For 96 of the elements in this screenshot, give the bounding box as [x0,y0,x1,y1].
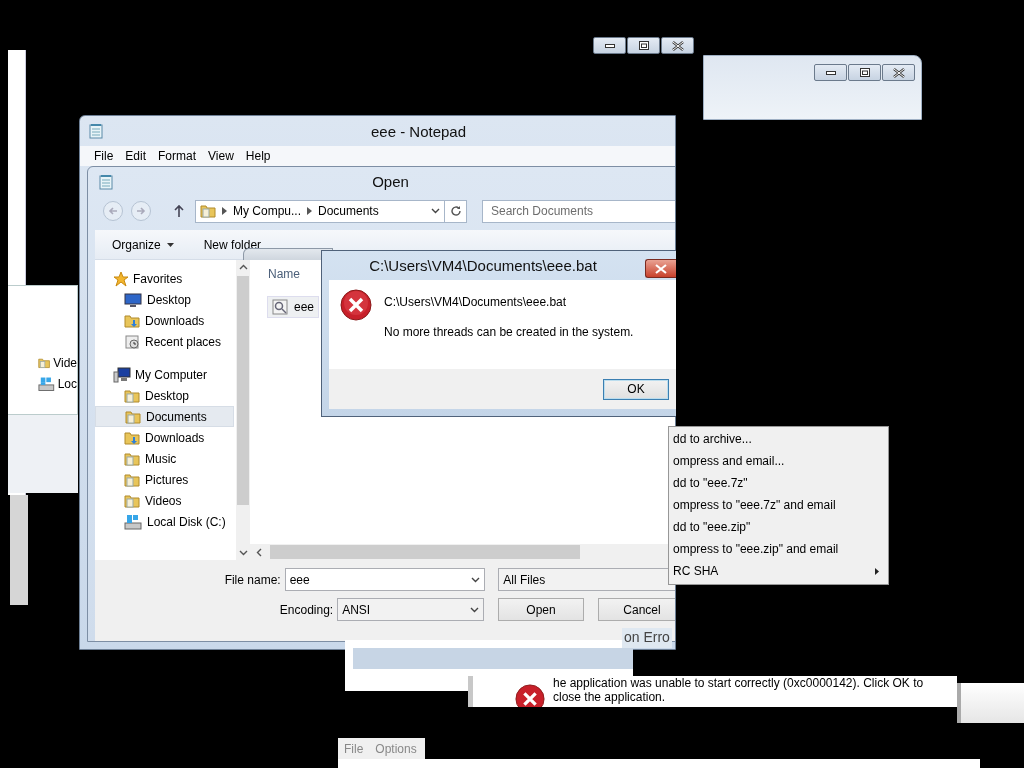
file-name-field[interactable]: eee [284,568,486,591]
minimize-button[interactable] [593,37,626,54]
scrollbar[interactable] [236,260,250,560]
nav-item[interactable]: Local Disk (C:) [95,511,234,532]
close-button[interactable] [882,64,915,81]
folder-icon [125,408,141,425]
menu-item[interactable]: dd to "eee.zip" [669,516,888,538]
error-message: No more threads can be created in the system. [384,325,634,339]
folder-icon [124,471,140,488]
sidebar-item[interactable]: Loc [57,376,77,391]
chevron-right-icon [222,207,227,215]
menu-item[interactable]: ompress to "eee.7z" and email [669,494,888,516]
refresh-icon [449,205,462,217]
close-icon [655,263,667,274]
breadcrumb-item[interactable]: My Compu... [233,204,301,218]
folder-icon [124,429,140,446]
close-icon [892,67,905,78]
window-title: on Erro [622,628,672,648]
notepad-icon [88,123,104,139]
file-entry[interactable]: eee [267,296,319,318]
error-message: he application was unable to start correctly (0xc0000142). Click OK to [553,676,924,690]
folder-icon [124,387,140,404]
minimize-icon [825,69,836,76]
address-bar[interactable]: My Compu... Documents [195,199,445,223]
recent-places-icon [124,333,140,350]
submenu-arrow-icon [875,567,879,575]
maximize-icon [859,68,870,77]
scroll-left-icon [256,547,262,557]
column-header[interactable]: Name [268,266,300,288]
computer-icon [113,366,131,383]
nav-item[interactable]: Documents [95,406,234,427]
chevron-down-icon [470,606,479,613]
minimize-icon [604,42,615,49]
minimize-button[interactable] [814,64,847,81]
error-icon [340,289,372,321]
notepad-icon [98,173,114,190]
menu-item[interactable]: dd to archive... [669,428,888,450]
nav-item[interactable]: Downloads [95,310,234,331]
search-field[interactable]: Search Documents [482,199,675,223]
scroll-down-icon [238,550,248,556]
error-path: C:\Users\VM4\Documents\eee.bat [384,295,568,309]
dialog-title: C:\Users\VM4\Documents\eee.bat [368,257,598,274]
nav-item[interactable]: Recent places [95,331,234,352]
field-label: Encoding: [278,602,335,617]
field-label: File name: [223,572,282,587]
nav-item[interactable]: Pictures [95,469,234,490]
window-frame [957,683,1024,723]
file-type-dropdown[interactable]: All Files [498,568,675,591]
close-button[interactable] [661,37,694,54]
dialog-button[interactable]: Open [498,598,584,621]
sidebar-item[interactable]: Vide [53,355,77,370]
organize-menu[interactable]: Organize [112,237,174,252]
window-title: eee - Notepad [369,122,468,140]
maximize-button[interactable] [848,64,881,81]
folder-icon [124,312,140,329]
menu-item[interactable]: View [202,149,240,163]
breadcrumb-item[interactable]: Documents [318,204,379,218]
nav-item[interactable]: Desktop [95,289,234,310]
back-arrow-icon [108,206,118,216]
up-arrow-icon[interactable] [173,204,185,218]
monitor-icon [124,291,142,308]
dialog-button[interactable]: Cancel [598,598,675,621]
folder-icon [200,203,216,219]
chevron-right-icon [307,207,312,215]
dialog-title: Open [371,173,410,190]
nav-item[interactable]: Favorites [95,268,236,289]
nav-item[interactable]: Videos [95,490,234,511]
menu-item[interactable]: Edit [119,149,153,163]
error-message: close the application. [553,690,667,704]
chevron-down-icon [471,576,481,583]
nav-item[interactable]: Desktop [95,385,234,406]
nav-item[interactable]: Downloads [95,427,234,448]
ok-button[interactable]: OK [603,378,669,400]
dropdown-arrow-icon [166,242,174,247]
scroll-up-icon [238,264,248,270]
folder-icon [124,492,140,509]
close-icon [671,40,684,51]
star-icon [113,270,129,287]
nav-item[interactable]: Music [95,448,234,469]
menu-item[interactable]: Format [152,149,203,163]
drive-icon [124,513,142,530]
menu-item[interactable]: ompress and email... [669,450,888,472]
encoding-dropdown[interactable]: ANSI [337,598,484,621]
forward-arrow-icon [136,206,146,216]
maximize-button[interactable] [627,37,660,54]
refresh-button[interactable] [445,199,467,223]
folder-icon [124,450,140,467]
menu-item[interactable]: ompress to "eee.zip" and email [669,538,888,560]
close-button[interactable] [645,259,676,278]
menu-item[interactable]: File [88,149,120,163]
maximize-icon [638,41,649,50]
drive-icon [38,375,55,392]
menu-item[interactable]: Help [239,149,277,163]
menu-item[interactable]: dd to "eee.7z" [669,472,888,494]
nav-item[interactable]: My Computer [95,364,236,385]
chevron-down-icon [431,208,440,214]
